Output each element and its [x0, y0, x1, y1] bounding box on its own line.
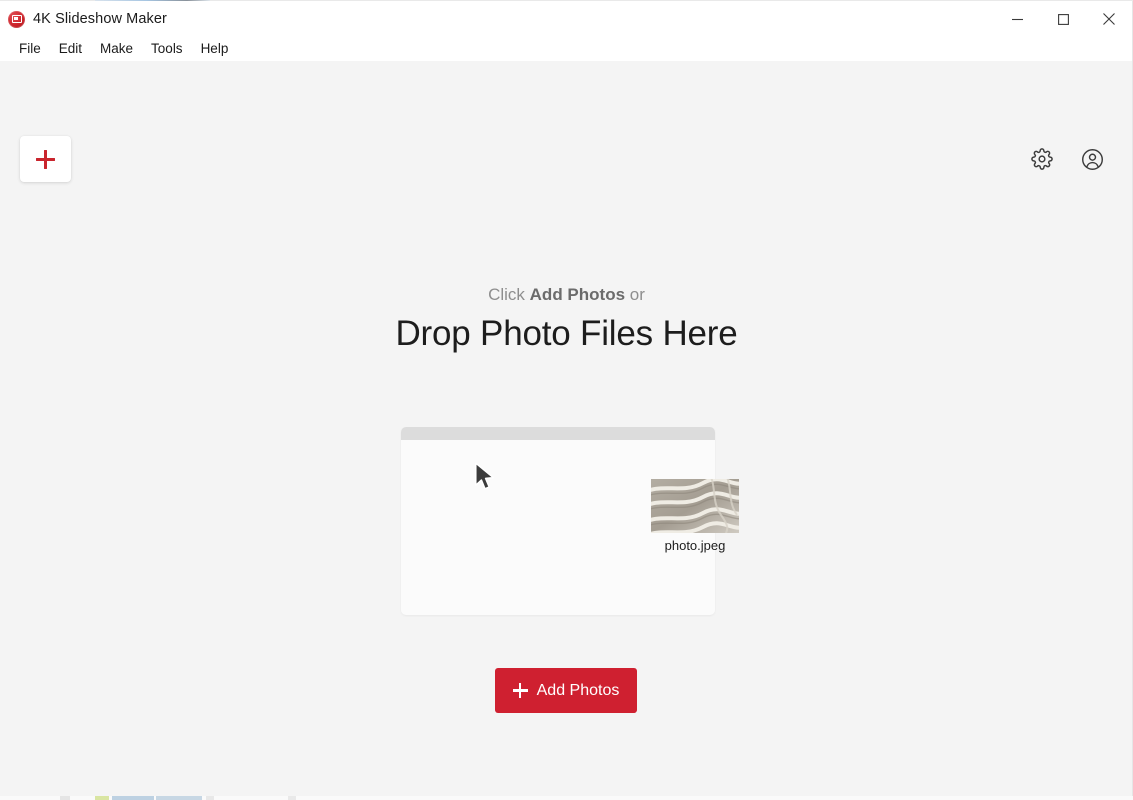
- menu-item-file[interactable]: File: [10, 39, 50, 59]
- maximize-icon[interactable]: [1040, 1, 1086, 37]
- dragged-file: photo.jpeg: [651, 479, 739, 554]
- taskbar-icon[interactable]: [288, 796, 296, 800]
- dropzone-headline-block: Click Add Photos or Drop Photo Files Her…: [0, 283, 1132, 356]
- menu-item-tools[interactable]: Tools: [142, 39, 192, 59]
- illustration-window-titlebar: [401, 427, 715, 440]
- menu-item-help[interactable]: Help: [192, 39, 238, 59]
- dropzone-subtitle-emphasis: Add Photos: [529, 285, 626, 304]
- minimize-icon[interactable]: [994, 1, 1040, 37]
- app-window: 4K Slideshow Maker File Edit Make Tools …: [0, 1, 1133, 798]
- arrow-cursor-icon: [474, 462, 496, 492]
- slideshow-app-icon: [8, 10, 25, 28]
- taskbar-icon[interactable]: [112, 796, 154, 800]
- toolbar-right: [1028, 145, 1106, 173]
- content-area: Click Add Photos or Drop Photo Files Her…: [0, 61, 1132, 797]
- menu-bar: File Edit Make Tools Help: [0, 37, 1132, 61]
- close-icon[interactable]: [1086, 1, 1132, 37]
- taskbar-icon[interactable]: [95, 796, 109, 800]
- title-bar: 4K Slideshow Maker: [0, 1, 1132, 37]
- dragged-file-name: photo.jpeg: [664, 538, 726, 553]
- plus-icon: [36, 149, 55, 169]
- taskbar-icon[interactable]: [60, 796, 70, 800]
- plus-icon: [512, 683, 528, 698]
- taskbar-icon[interactable]: [156, 796, 202, 800]
- page-title: Drop Photo Files Here: [395, 314, 738, 353]
- taskbar-hint: [0, 796, 1133, 800]
- dropzone-subtitle-prefix: Click: [488, 285, 530, 304]
- add-photos-button-label: Add Photos: [536, 681, 620, 699]
- drop-illustration: photo.jpeg: [401, 427, 739, 615]
- gear-icon[interactable]: [1028, 145, 1056, 173]
- add-media-card-button[interactable]: [20, 136, 71, 182]
- dropzone-subtitle-suffix: or: [625, 285, 645, 304]
- account-circle-icon[interactable]: [1078, 145, 1106, 173]
- taskbar-icon[interactable]: [206, 796, 214, 800]
- dragged-file-thumbnail: [651, 479, 739, 533]
- dropzone-subtitle: Click Add Photos or: [0, 283, 1132, 307]
- menu-item-make[interactable]: Make: [91, 39, 142, 59]
- window-controls: [994, 1, 1132, 37]
- window-title: 4K Slideshow Maker: [33, 11, 167, 27]
- menu-item-edit[interactable]: Edit: [50, 39, 91, 59]
- add-photos-button[interactable]: Add Photos: [495, 668, 637, 713]
